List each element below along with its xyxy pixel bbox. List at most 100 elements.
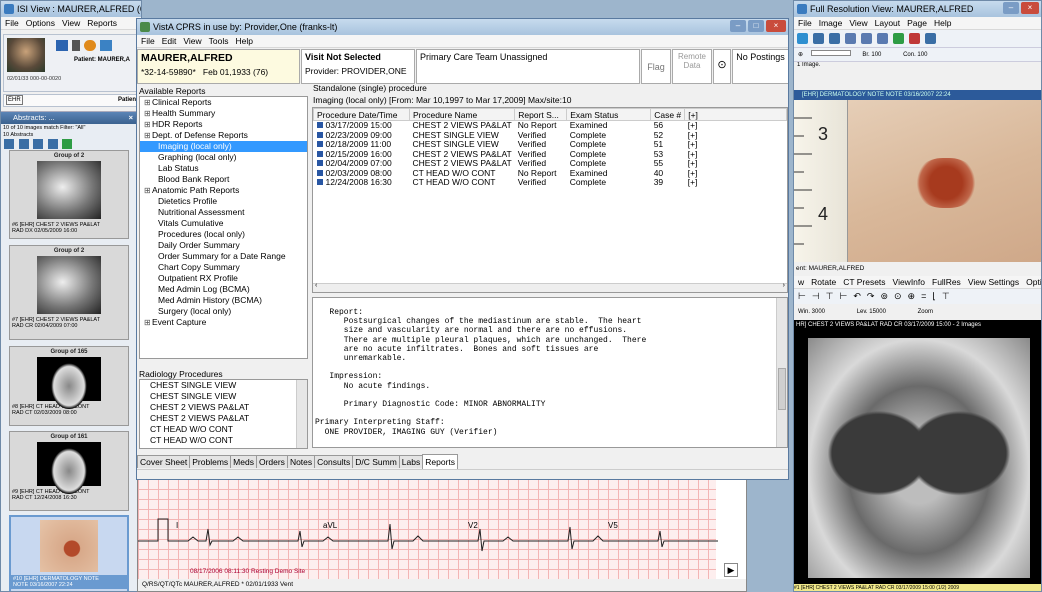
report-tree-item[interactable]: Daily Order Summary — [140, 240, 307, 251]
expand-icon[interactable]: ⊞ — [144, 97, 152, 108]
scroll-left-icon[interactable]: ‹ — [315, 282, 317, 289]
grid-icon[interactable] — [813, 33, 824, 44]
tab-problems[interactable]: Problems — [189, 455, 232, 468]
layout-icon[interactable] — [797, 33, 808, 44]
minimize-button[interactable]: – — [730, 20, 746, 32]
isi-menu-reports[interactable]: Reports — [87, 18, 117, 28]
isi-menu-options[interactable]: Options — [26, 18, 55, 28]
pcteam-box[interactable]: Primary Care Team Unassigned — [416, 49, 640, 84]
fullres-menu-item[interactable]: Layout — [875, 18, 901, 28]
tab-notes[interactable]: Notes — [286, 455, 316, 468]
report-tree-item[interactable]: Nutritional Assessment — [140, 207, 307, 218]
fullres-menu2-item[interactable]: w — [798, 277, 804, 287]
fullres-menu-item[interactable]: Image — [819, 18, 843, 28]
radiology-list-item[interactable]: CT HEAD W/O CONT — [140, 435, 307, 446]
maximize-button[interactable]: □ — [748, 20, 764, 32]
chest-xray-viewer[interactable]: HR] CHEST 2 VIEWS PA&LAT RAD CR 03/17/20… — [794, 320, 1041, 584]
zoom-out-icon[interactable] — [47, 139, 58, 149]
col-expand[interactable]: [+] — [684, 108, 787, 121]
close-button[interactable]: × — [1021, 2, 1039, 14]
isi-title-bar[interactable]: ISI View : MAURER,ALFRED (6 — [1, 1, 141, 17]
report-tree-item[interactable]: Order Summary for a Date Range — [140, 251, 307, 262]
radiology-list-item[interactable]: CHEST 2 VIEWS PA&LAT — [140, 413, 307, 424]
fit-icon[interactable] — [829, 33, 840, 44]
report-tree-item[interactable]: Graphing (local only) — [140, 152, 307, 163]
fullres-menu2-item[interactable]: View Settings — [968, 277, 1019, 287]
report-tree-item[interactable]: ⊞Event Capture — [140, 317, 307, 328]
zoom-out-icon[interactable] — [861, 33, 872, 44]
table-row[interactable]: 12/24/2008 16:30 CT HEAD W/O CONT Verified… — [314, 177, 787, 188]
radiology-scrollbar[interactable] — [296, 380, 307, 448]
report-tree-item[interactable]: Med Admin History (BCMA) — [140, 295, 307, 306]
fullres-tool-icons[interactable]: ⊢⊣⊤⊢↶↷⊚⊙⊕=⌊⊤ — [794, 289, 1041, 304]
zoom-in-icon[interactable] — [33, 139, 44, 149]
col-date[interactable]: Procedure Date/Time — [313, 108, 410, 121]
pan-icon[interactable]: ⊕ — [798, 52, 803, 58]
report-scroll-thumb[interactable] — [778, 368, 786, 410]
zoom-in-icon[interactable] — [845, 33, 856, 44]
multi-view-icon[interactable] — [909, 33, 920, 44]
expand-icon[interactable]: ⊞ — [144, 119, 152, 130]
report-scrollbar[interactable] — [776, 298, 787, 447]
report-tree-item[interactable]: Dietetics Profile — [140, 196, 307, 207]
reminders-icon[interactable]: ⊙ — [713, 49, 731, 84]
fullres-menu-item[interactable]: File — [798, 18, 812, 28]
report-tree-item[interactable]: Surgery (local only) — [140, 306, 307, 317]
remote-data-button[interactable]: Remote Data — [672, 49, 712, 84]
fullres-menu2-item[interactable]: FullRes — [932, 277, 961, 287]
expand-icon[interactable]: ⊞ — [144, 185, 152, 196]
tab-orders[interactable]: Orders — [255, 455, 288, 468]
refresh-icon[interactable] — [62, 139, 73, 149]
isi-menu-file[interactable]: File — [5, 18, 19, 28]
menu-help[interactable]: Help — [235, 36, 252, 46]
report-tree-item[interactable]: Procedures (local only) — [140, 229, 307, 240]
imaging-hscrollbar[interactable]: ‹ › — [313, 282, 787, 292]
col-exam-status[interactable]: Exam Status — [566, 108, 652, 121]
report-tree-item[interactable]: ⊞HDR Reports — [140, 119, 307, 130]
expand-icon[interactable]: ⊞ — [144, 130, 152, 141]
menu-tools[interactable]: Tools — [209, 36, 229, 46]
toolbar-icon[interactable] — [100, 40, 112, 51]
tab-cover-sheet[interactable]: Cover Sheet — [137, 455, 191, 468]
fullres-title-bar[interactable]: Full Resolution View: MAURER,ALFRED – × — [794, 1, 1041, 17]
tab-consults[interactable]: Consults — [314, 455, 354, 468]
fullres-menu-item[interactable]: Page — [907, 18, 927, 28]
radiology-list-item[interactable]: CHEST 2 VIEWS PA&LAT — [140, 402, 307, 413]
radiology-list-item[interactable]: CHEST SINGLE VIEW — [140, 391, 307, 402]
tab-meds[interactable]: Meds — [230, 455, 257, 468]
window-label[interactable]: Win. 3000 — [798, 309, 825, 315]
brightness-slider[interactable] — [810, 50, 851, 56]
col-case[interactable]: Case # — [650, 108, 686, 121]
menu-file[interactable]: File — [141, 36, 155, 46]
fullres-menu-item[interactable]: Help — [934, 18, 951, 28]
nav-prev-icon[interactable] — [18, 139, 29, 149]
thumbnail[interactable]: #10 [EHR] DERMATOLOGY NOTE NOTE 03/16/20… — [9, 515, 129, 591]
nav-first-icon[interactable] — [4, 139, 14, 149]
refresh-icon[interactable] — [893, 33, 904, 44]
fullres-menu2-item[interactable]: ViewInfo — [893, 277, 925, 287]
menu-view[interactable]: View — [183, 36, 201, 46]
isi-menu-view[interactable]: View — [62, 18, 80, 28]
menu-edit[interactable]: Edit — [162, 36, 177, 46]
report-tree-item[interactable]: Imaging (local only) — [140, 141, 307, 152]
tab-labs[interactable]: Labs — [398, 455, 424, 468]
col-procedure[interactable]: Procedure Name — [408, 108, 516, 121]
expand-icon[interactable]: ⊞ — [144, 317, 152, 328]
toolbar-icon[interactable] — [56, 40, 68, 51]
thumbnail[interactable]: Group of 2 #6 [EHR] CHEST 2 VIEWS PA&LAT… — [9, 150, 129, 239]
cprs-title-bar[interactable]: VistA CPRS in use by: Provider,One (fran… — [137, 19, 788, 35]
fullres-menu-item[interactable]: View — [849, 18, 867, 28]
report-tree-item[interactable]: Med Admin Log (BCMA) — [140, 284, 307, 295]
tab-d-c-summ[interactable]: D/C Summ — [352, 455, 400, 468]
report-tree-item[interactable]: ⊞Dept. of Defense Reports — [140, 130, 307, 141]
zoom-label[interactable]: Zoom — [918, 309, 933, 315]
toolbar-icon[interactable] — [84, 40, 96, 51]
report-tree-item[interactable]: Outpatient RX Profile — [140, 273, 307, 284]
level-label[interactable]: Lev. 15000 — [857, 309, 886, 315]
visit-box[interactable]: Visit Not Selected Provider: PROVIDER,ON… — [301, 49, 415, 84]
print-icon[interactable] — [925, 33, 936, 44]
derm-image[interactable]: 3 4 — [794, 100, 1041, 262]
expand-icon[interactable]: ⊞ — [144, 108, 152, 119]
postings-button[interactable]: No Postings — [732, 49, 788, 84]
report-tree-item[interactable]: ⊞Anatomic Path Reports — [140, 185, 307, 196]
